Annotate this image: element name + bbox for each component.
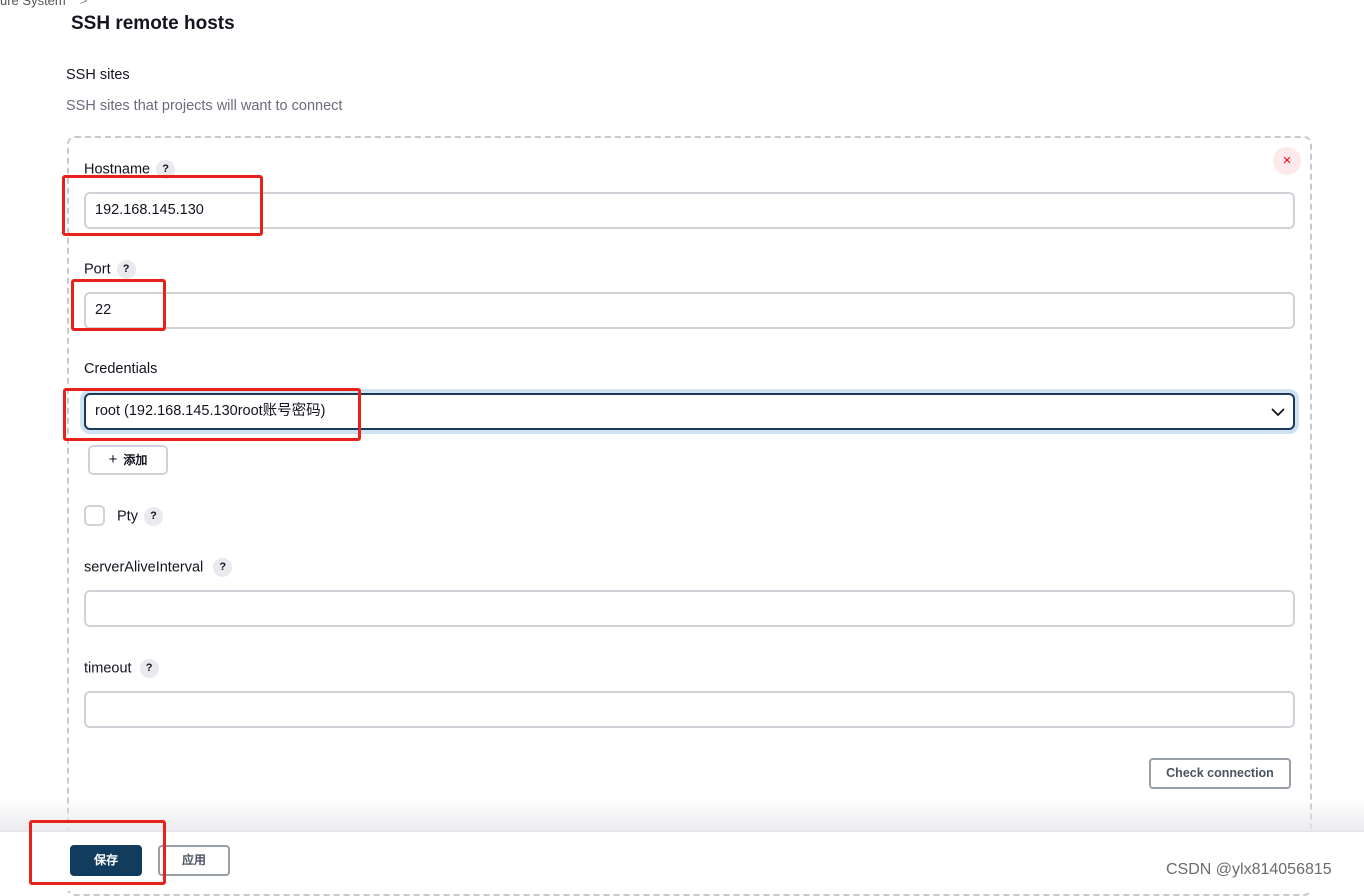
- hostname-input[interactable]: 192.168.145.130: [84, 192, 1295, 229]
- breadcrumb-separator-icon: >: [79, 0, 88, 8]
- ssh-sites-label: SSH sites: [66, 67, 130, 83]
- port-label: Port?: [84, 260, 136, 279]
- timeout-help-icon[interactable]: ?: [139, 659, 159, 678]
- server-alive-interval-label: serverAliveInterval?: [84, 558, 233, 577]
- footer-shadow: [0, 798, 1364, 834]
- annotation-box-port: [71, 279, 166, 331]
- port-label-text: Port: [84, 261, 111, 278]
- apply-button[interactable]: 应用: [158, 845, 230, 876]
- pty-checkbox[interactable]: [84, 505, 105, 526]
- annotation-box-credentials: [63, 388, 361, 441]
- pty-label: Pty?: [117, 507, 163, 526]
- check-connection-button[interactable]: Check connection: [1149, 758, 1291, 789]
- ssh-site-card: [67, 136, 1312, 896]
- credentials-label: Credentials: [84, 361, 158, 377]
- server-alive-interval-help-icon[interactable]: ?: [213, 558, 233, 577]
- pty-help-icon[interactable]: ?: [143, 507, 163, 526]
- port-help-icon[interactable]: ?: [116, 260, 136, 279]
- watermark: CSDN @ylx814056815: [1166, 861, 1332, 878]
- section-title: SSH remote hosts: [71, 13, 235, 34]
- timeout-input[interactable]: [84, 691, 1295, 728]
- annotation-box-hostname: [62, 175, 263, 236]
- server-alive-interval-input[interactable]: [84, 590, 1295, 627]
- add-credentials-label: 添加: [123, 453, 148, 467]
- port-input[interactable]: 22: [84, 292, 1295, 329]
- breadcrumb-item[interactable]: ure System: [0, 0, 66, 8]
- add-credentials-button[interactable]: + 添加: [88, 445, 168, 475]
- pty-label-text: Pty: [117, 508, 138, 525]
- annotation-box-save: [29, 820, 166, 885]
- timeout-label-text: timeout: [84, 660, 132, 677]
- plus-icon: +: [108, 451, 118, 468]
- server-alive-interval-label-text: serverAliveInterval: [84, 559, 204, 576]
- timeout-label: timeout?: [84, 659, 159, 678]
- ssh-sites-description: SSH sites that projects will want to con…: [66, 98, 343, 114]
- breadcrumb[interactable]: ure System >: [0, 0, 87, 8]
- chevron-down-icon: [1271, 408, 1285, 416]
- remove-site-button[interactable]: ×: [1273, 147, 1301, 175]
